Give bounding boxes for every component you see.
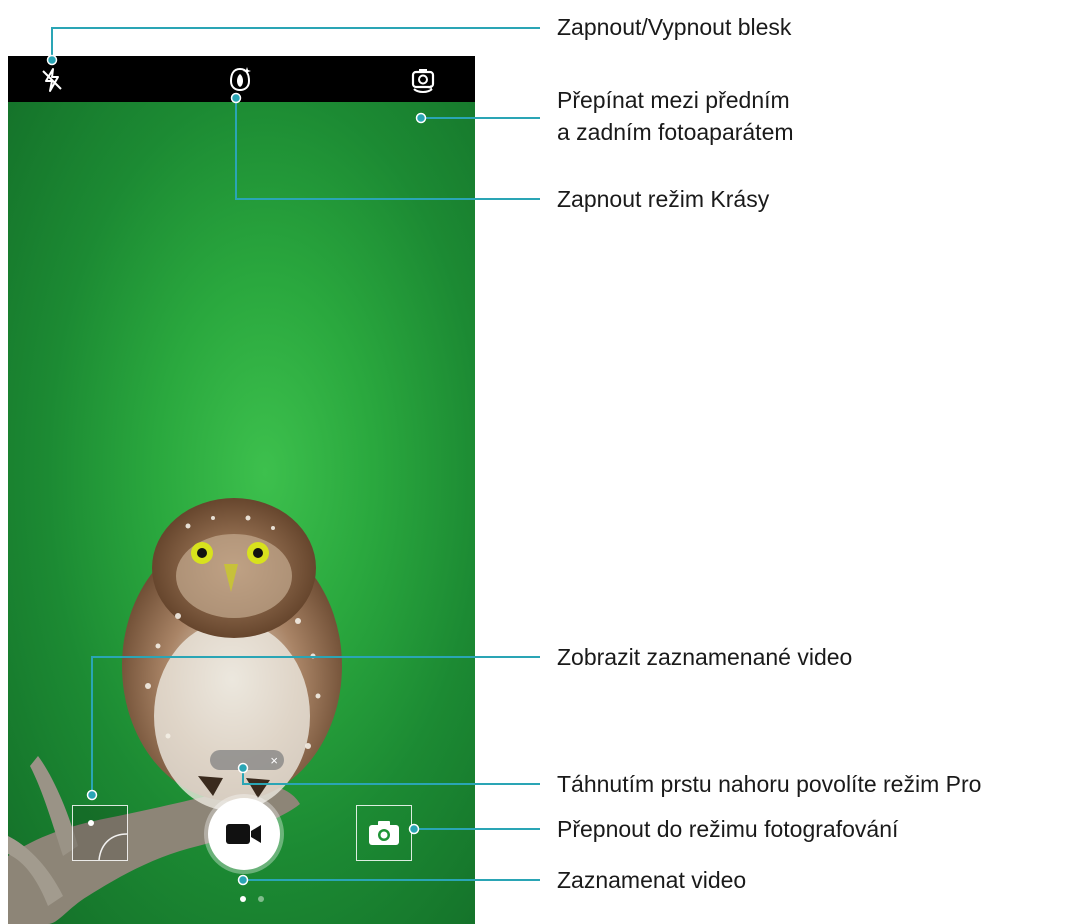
- beauty-mode-button[interactable]: [225, 64, 255, 94]
- callout-photo-mode: Přepnout do režimu fotografování: [557, 816, 899, 842]
- switch-camera-button[interactable]: [408, 65, 438, 95]
- switch-to-photo-button[interactable]: [356, 805, 412, 861]
- switch-camera-icon: [411, 69, 435, 93]
- camera-viewfinder: ×: [8, 56, 475, 924]
- beauty-mode-icon: [229, 67, 251, 92]
- owl-subject-image: [8, 498, 342, 924]
- callout-switch-camera-line2: a zadním fotoaparátem: [557, 119, 794, 145]
- flash-toggle-button[interactable]: [38, 66, 66, 94]
- callout-beauty: Zapnout režim Krásy: [557, 186, 770, 212]
- callout-record: Zaznamenat video: [557, 867, 747, 893]
- callout-switch-camera-line1: Přepínat mezi předním: [557, 87, 790, 113]
- record-video-button[interactable]: [208, 798, 280, 870]
- pro-mode-swipe-hint[interactable]: ×: [210, 750, 284, 770]
- camera-icon: [369, 821, 399, 845]
- mode-indicator-dot-active: [240, 896, 246, 902]
- callout-view-video: Zobrazit zaznamenané video: [557, 644, 853, 670]
- mode-indicator-dot: [258, 896, 264, 902]
- flash-off-icon: [42, 68, 62, 92]
- video-camera-icon: [226, 824, 261, 844]
- callout-pro-mode: Táhnutím prstu nahoru povolíte režim Pro: [557, 771, 982, 797]
- callout-flash: Zapnout/Vypnout blesk: [557, 14, 792, 40]
- recorded-video-thumbnail[interactable]: [72, 805, 128, 861]
- video-thumbnail-preview: [88, 820, 128, 861]
- pro-hint-close-icon[interactable]: ×: [270, 753, 278, 768]
